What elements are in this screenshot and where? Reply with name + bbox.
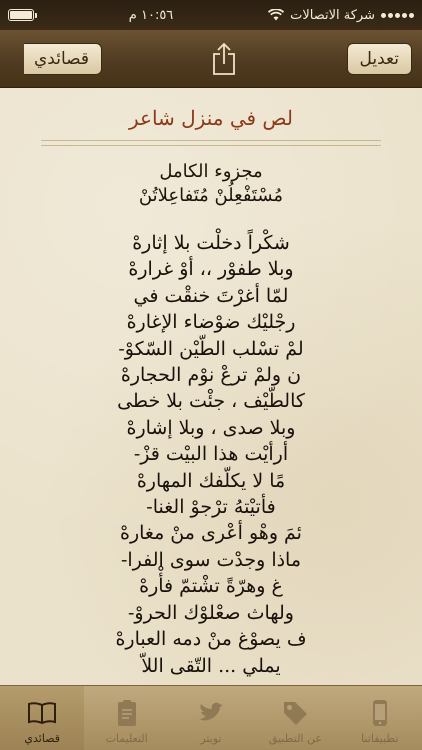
carrier-name: شركة الاتصالات [290, 7, 375, 23]
phone-icon [372, 700, 387, 726]
verse-line: فأتيْتهُ ترْجوْ الغنا- [146, 496, 276, 519]
edit-button[interactable]: تعديل [346, 42, 412, 75]
navigation-bar: قصائدي تعديل [0, 30, 422, 88]
tab-about[interactable]: عن التطبيق [253, 686, 337, 750]
back-button-label: قصائدي [34, 48, 90, 69]
verse-line: أرأيْت هذا البيْت قزْ- [133, 443, 289, 466]
verse-line: غ وهرّةً تشْتمّ فأْرهْ [139, 575, 283, 598]
tab-bar: قصائدي التعليمات تويتر عن التطبيق تطبيقا… [0, 685, 422, 750]
book-icon [28, 702, 57, 725]
wifi-icon [268, 9, 285, 21]
tag-icon [284, 702, 308, 725]
verse-line: ولهاث صعْلوْك الحروْ- [128, 601, 294, 624]
tab-our-apps[interactable]: تطبيقاتنا [338, 686, 422, 750]
share-icon[interactable] [210, 42, 238, 76]
battery-icon [8, 9, 37, 21]
poem-verses: شكْراً دخلْت بلا إثارهْ وبلا طفوْر ،، أو… [0, 230, 422, 679]
tab-label: تطبيقاتنا [361, 732, 399, 745]
tab-label: عن التطبيق [268, 732, 322, 745]
edit-button-label: تعديل [359, 48, 399, 69]
verse-line: ن ولمْ ترعْ نوْم الحجارهْ [120, 364, 302, 387]
verse-line: ماذا وجدْت سوى الفرا- [120, 548, 302, 571]
verse-line: رجْليْك ضوْضاء الإغارهْ [126, 311, 296, 334]
bird-icon [199, 702, 224, 721]
verse-line: كالطّيْف ، جئْت بلا خطى [117, 390, 305, 413]
verse-line: لمّا أغرْتَ خنقْت في [133, 284, 289, 307]
verse-line: وبلا صدى ، وبلا إشارهْ [126, 416, 296, 439]
meter-pattern: مُسْتَفْعِلُنْ مُتَفاعِلاتُنْ [138, 185, 284, 206]
verse-line: لمْ تسْلب الطّيْن السّكوْ- [118, 337, 304, 360]
title-divider [41, 140, 381, 146]
tab-my-poems[interactable]: قصائدي [0, 686, 85, 750]
verse-line: مًا لا يكلّفك المهارهْ [136, 469, 286, 492]
poem-title: لص في منزل شاعر [128, 106, 294, 130]
carrier-group: شركة الاتصالات [268, 8, 414, 23]
clipboard-icon [117, 700, 136, 726]
verse-line: شكْراً دخلْت بلا إثارهْ [132, 232, 290, 254]
verse-line: يملي ... التّقى اللاّ [141, 654, 281, 677]
signal-icon [380, 12, 414, 18]
status-time: ١٠:٥٦ م [128, 7, 174, 23]
verse-line: ئمَ وهْو أعْرى منْ مغارهْ [120, 522, 302, 545]
status-bar: ١٠:٥٦ م شركة الاتصالات [0, 0, 422, 30]
verse-line: ف يصوْغ منْ دمه العبارهْ [115, 628, 307, 651]
verse-line: وبلا طفوْر ،، أوْ غرارهْ [128, 258, 294, 281]
tab-label: قصائدي [24, 732, 60, 745]
back-button[interactable]: قصائدي [24, 42, 103, 75]
tab-instructions[interactable]: التعليمات [84, 686, 168, 750]
tab-label: التعليمات [105, 732, 148, 745]
tab-twitter[interactable]: تويتر [169, 686, 253, 750]
tab-label: تويتر [200, 732, 222, 745]
meter-name: مجزوء الكامل [159, 161, 263, 182]
poem-content[interactable]: لص في منزل شاعر مجزوء الكامل مُسْتَفْعِل… [0, 88, 422, 685]
